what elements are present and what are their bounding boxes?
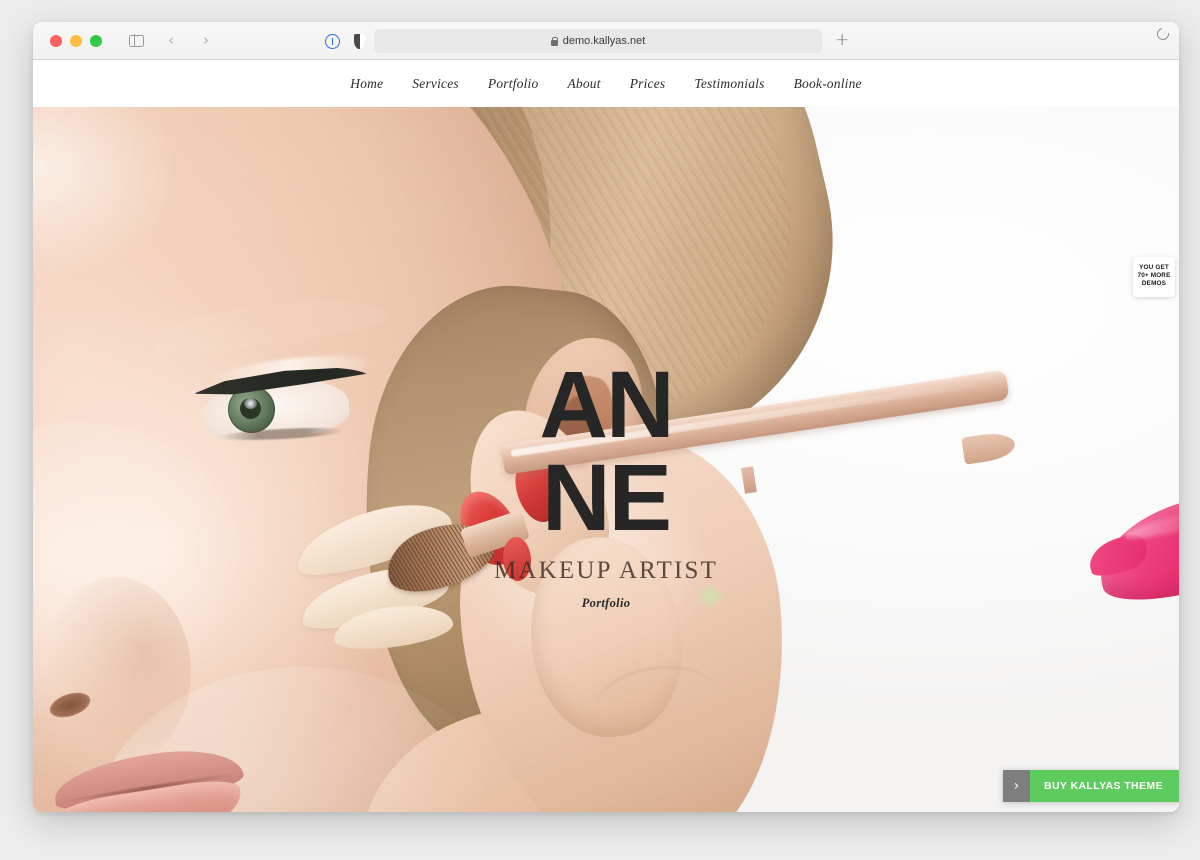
chevron-left-icon: ‹ [168,31,174,49]
nav-item-book-online[interactable]: Book-online [779,76,876,92]
hero-photo [33,107,1179,812]
nav-item-prices[interactable]: Prices [615,76,680,92]
nav-item-services[interactable]: Services [398,76,474,92]
nav-item-testimonials[interactable]: Testimonials [680,76,779,92]
demos-badge-line-3: DEMOS [1141,280,1167,288]
chevron-right-icon: › [203,31,209,49]
buy-theme-bar: › BUY KALLYAS THEME [1002,770,1179,802]
nav-item-portfolio[interactable]: Portfolio [473,76,553,92]
address-bar[interactable]: demo.kallyas.net [374,29,822,53]
demos-badge-line-2: 70+ MORE [1137,272,1171,280]
back-button[interactable]: ‹ [161,31,181,51]
toolbar-mid-icons [325,22,366,60]
minimize-window-button[interactable] [70,34,82,47]
browser-window: ‹ › demo.kallyas.net + Home Services Por… [33,22,1179,812]
nav-item-home[interactable]: Home [336,76,398,92]
green-bokeh-spot [697,585,723,607]
buy-bar-collapse-toggle[interactable]: › [1002,770,1030,802]
nav-item-about[interactable]: About [553,76,615,92]
toolbar-left-icons: ‹ › [126,31,216,51]
window-controls [50,34,102,47]
site-navigation: Home Services Portfolio About Prices Tes… [33,60,1179,107]
buy-kallyas-theme-button[interactable]: BUY KALLYAS THEME [1029,770,1179,802]
close-window-button[interactable] [50,34,62,47]
reload-icon[interactable] [1154,25,1172,43]
lock-icon [550,36,559,46]
address-bar-url: demo.kallyas.net [562,35,646,47]
eye-highlight [244,398,257,409]
reader-mode-icon[interactable] [325,33,340,49]
browser-toolbar: ‹ › demo.kallyas.net + [33,22,1179,60]
hero-section: AN NE MAKEUP ARTIST Portfolio YOU GET 70… [33,107,1179,812]
nose-shading [41,577,191,767]
sidebar-icon [128,34,144,47]
forehead-highlight [33,107,183,282]
forward-button[interactable]: › [196,31,216,51]
new-tab-button[interactable]: + [835,32,849,49]
sidebar-toggle-button[interactable] [126,31,146,51]
more-demos-badge[interactable]: YOU GET 70+ MORE DEMOS [1133,257,1175,297]
demos-badge-line-1: YOU GET [1139,264,1169,271]
zoom-window-button[interactable] [90,34,102,47]
privacy-shield-icon[interactable] [354,33,366,49]
